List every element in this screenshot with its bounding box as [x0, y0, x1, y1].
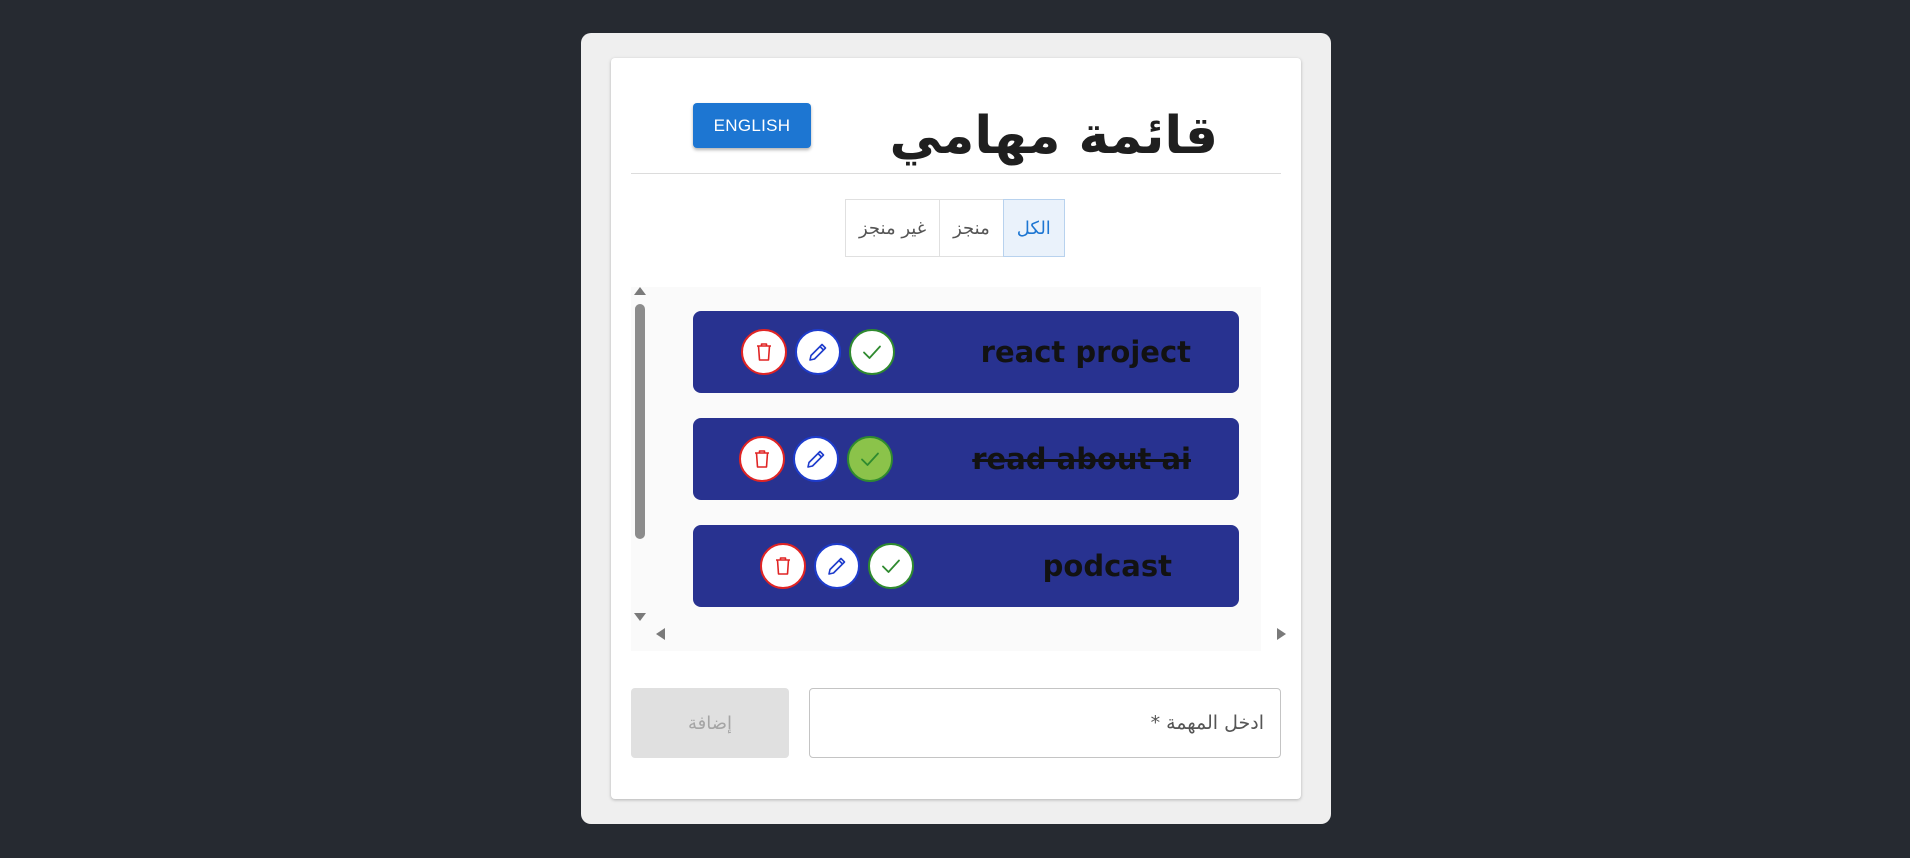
trash-icon	[755, 450, 769, 468]
scroll-right-arrow[interactable]	[1277, 628, 1286, 640]
task-input-field	[809, 688, 1281, 758]
edit-task-button[interactable]	[814, 543, 860, 589]
header-divider	[631, 173, 1281, 174]
edit-task-button[interactable]	[795, 329, 841, 375]
edit-task-button[interactable]	[793, 436, 839, 482]
pencil-icon	[828, 557, 846, 575]
filter-not-done-button[interactable]: غير منجز	[845, 199, 941, 257]
todo-card: قائمة مهامي ENGLISH الكل منجز غير منجز r…	[611, 58, 1301, 799]
task-title: read about ai	[972, 442, 1191, 476]
vertical-scrollbar-thumb[interactable]	[635, 304, 645, 539]
delete-task-button[interactable]	[739, 436, 785, 482]
scroll-up-arrow[interactable]	[634, 287, 646, 295]
page-title: قائمة مهامي	[889, 106, 1218, 166]
task-list: react project read about ai podcast	[631, 287, 1286, 651]
complete-task-button[interactable]	[849, 329, 895, 375]
trash-icon	[776, 557, 790, 575]
check-icon	[863, 345, 881, 359]
task-item: podcast	[693, 525, 1239, 607]
task-input[interactable]	[810, 689, 1280, 757]
complete-task-button[interactable]	[868, 543, 914, 589]
delete-task-button[interactable]	[741, 329, 787, 375]
scroll-down-arrow[interactable]	[634, 613, 646, 621]
pencil-icon	[809, 343, 827, 361]
trash-icon	[757, 343, 771, 361]
task-item: react project	[693, 311, 1239, 393]
filter-all-button[interactable]: الكل	[1002, 199, 1065, 257]
filter-toggle-group: الكل منجز غير منجز	[845, 199, 1065, 257]
scroll-left-arrow[interactable]	[656, 628, 665, 640]
delete-task-button[interactable]	[760, 543, 806, 589]
pencil-icon	[807, 450, 825, 468]
check-icon	[882, 559, 900, 573]
language-toggle-button[interactable]: ENGLISH	[693, 103, 811, 148]
task-title: react project	[980, 335, 1191, 369]
task-item: read about ai	[693, 418, 1239, 500]
complete-task-button[interactable]	[847, 436, 893, 482]
app-frame: قائمة مهامي ENGLISH الكل منجز غير منجز r…	[581, 33, 1331, 824]
add-task-button[interactable]: إضافة	[631, 688, 789, 758]
filter-done-button[interactable]: منجز	[939, 199, 1004, 257]
check-icon	[861, 452, 879, 466]
task-title: podcast	[1042, 549, 1172, 583]
